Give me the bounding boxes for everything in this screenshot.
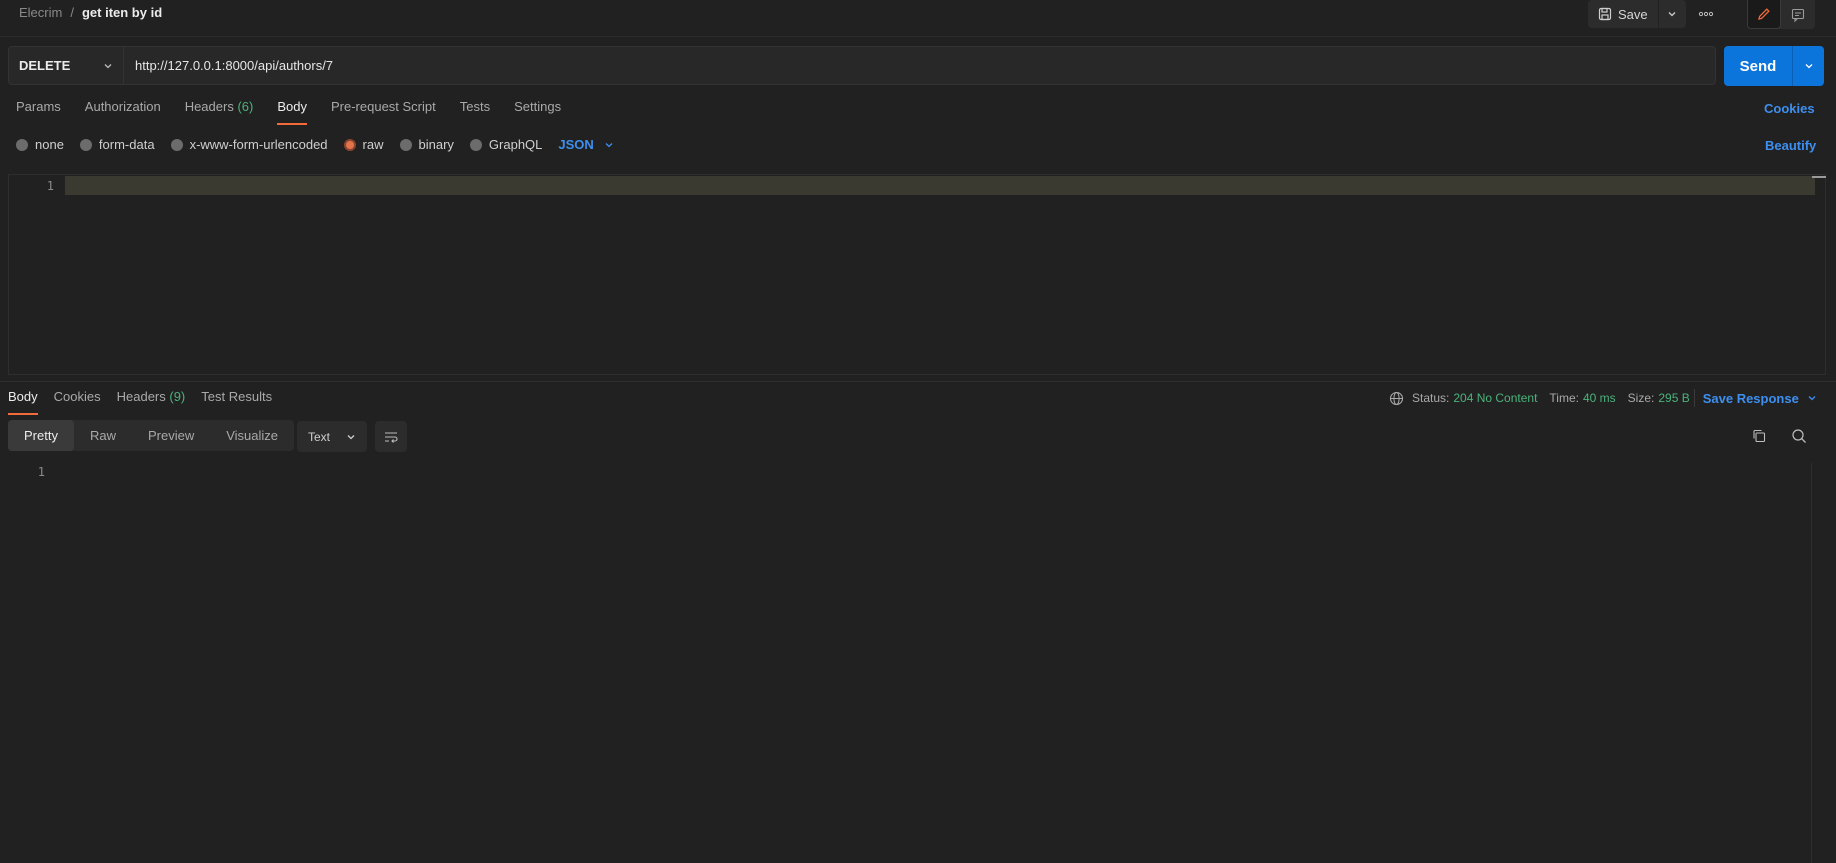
radio-button-selected[interactable] <box>343 138 356 151</box>
right-sidebar-tabs <box>1747 0 1815 29</box>
tab-tests[interactable]: Tests <box>460 99 490 125</box>
time-value[interactable]: 40 ms <box>1583 391 1616 405</box>
globe-icon[interactable] <box>1389 391 1404 406</box>
cookies-link[interactable]: Cookies <box>1764 101 1815 116</box>
floppy-disk-icon <box>1598 7 1612 21</box>
radio-button[interactable] <box>469 138 482 151</box>
size-label: Size: <box>1627 391 1655 405</box>
tab-params[interactable]: Params <box>16 99 61 125</box>
body-type-label: none <box>35 137 64 152</box>
http-method-label: DELETE <box>19 58 71 73</box>
more-options-ellipsis-icon[interactable] <box>1692 0 1720 28</box>
response-tab-body[interactable]: Body <box>8 389 38 415</box>
http-method-select[interactable]: DELETE <box>9 47 124 84</box>
body-type-label: binary <box>418 137 454 152</box>
breadcrumb-separator: / <box>70 5 74 20</box>
top-bar: Elecrim / get iten by id Save <box>0 0 1836 37</box>
response-tab-test-results[interactable]: Test Results <box>201 389 272 415</box>
chevron-down-icon <box>103 61 113 71</box>
body-type-label: form-data <box>98 137 155 152</box>
body-type-none[interactable]: none <box>16 137 64 152</box>
url-input[interactable] <box>124 47 1715 84</box>
line-number: 1 <box>46 179 54 193</box>
body-type-label: GraphQL <box>488 137 543 152</box>
body-type-form-data[interactable]: form-data <box>79 137 155 152</box>
headers-count-badge: (6) <box>237 99 254 114</box>
divider <box>1693 389 1695 407</box>
save-response-label: Save Response <box>1702 390 1799 406</box>
response-meta: Status: 204 No Content Time: 40 ms Size:… <box>1389 389 1817 407</box>
copy-icon[interactable] <box>1749 426 1769 446</box>
view-mode-raw[interactable]: Raw <box>74 420 132 451</box>
body-type-raw[interactable]: raw <box>343 137 384 152</box>
breadcrumb: Elecrim / get iten by id <box>19 5 162 20</box>
radio-button[interactable] <box>170 138 183 151</box>
radio-button[interactable] <box>16 138 28 151</box>
chevron-down-icon <box>604 140 614 150</box>
breadcrumb-workspace-link[interactable]: Elecrim <box>19 5 62 20</box>
radio-button[interactable] <box>79 138 92 151</box>
editor-scrollbar-marker[interactable] <box>1812 176 1826 178</box>
tab-headers-label: Headers <box>184 99 234 114</box>
send-options-chevron-down-icon[interactable] <box>1792 46 1824 86</box>
response-tab-headers[interactable]: Headers (9) <box>117 389 186 415</box>
body-type-binary[interactable]: binary <box>399 137 454 152</box>
response-headers-count-badge: (9) <box>169 389 186 404</box>
pane-divider[interactable] <box>0 381 1836 382</box>
beautify-link[interactable]: Beautify <box>1765 138 1816 153</box>
save-button-label: Save <box>1618 6 1648 22</box>
response-scrollbar[interactable] <box>1811 463 1812 863</box>
response-tab-headers-label: Headers <box>116 389 166 404</box>
view-mode-preview[interactable]: Preview <box>132 420 210 451</box>
tab-body[interactable]: Body <box>277 99 307 125</box>
send-button[interactable]: Send <box>1724 46 1792 86</box>
view-mode-visualize[interactable]: Visualize <box>210 420 294 451</box>
time-label: Time: <box>1549 391 1579 405</box>
status-value[interactable]: 204 No Content <box>1453 391 1537 405</box>
response-view-modes: Pretty Raw Preview Visualize <box>8 420 295 451</box>
request-url-bar: DELETE <box>8 46 1716 85</box>
request-name-title[interactable]: get iten by id <box>82 5 162 20</box>
search-icon[interactable] <box>1789 426 1809 446</box>
body-type-label: x-www-form-urlencoded <box>189 137 328 152</box>
body-format-select[interactable]: JSON <box>558 137 613 152</box>
tab-authorization[interactable]: Authorization <box>85 99 161 125</box>
tab-headers[interactable]: Headers (6) <box>185 99 254 125</box>
response-tabs: Body Cookies Headers (9) Test Results <box>8 389 288 415</box>
save-button-group: Save <box>1588 0 1686 28</box>
request-tabs: Params Authorization Headers (6) Body Pr… <box>16 99 585 125</box>
active-line-highlight[interactable] <box>65 176 1815 195</box>
save-options-chevron-down-icon[interactable] <box>1657 0 1686 28</box>
tab-pre-request-script[interactable]: Pre-request Script <box>331 99 436 125</box>
tab-settings[interactable]: Settings <box>514 99 561 125</box>
wrap-lines-icon[interactable] <box>375 421 407 452</box>
size-value[interactable]: 295 B <box>1658 391 1689 405</box>
response-language-label: Text <box>308 429 331 444</box>
chevron-down-icon <box>1807 393 1817 403</box>
body-type-label: raw <box>362 137 384 152</box>
view-mode-pretty[interactable]: Pretty <box>8 420 74 451</box>
request-body-editor[interactable]: 1 <box>8 174 1826 375</box>
send-button-group: Send <box>1724 46 1824 86</box>
comment-icon[interactable] <box>1781 0 1815 29</box>
body-type-options: none form-data x-www-form-urlencoded raw… <box>16 137 614 152</box>
chevron-down-icon <box>346 432 356 442</box>
body-type-x-www-form-urlencoded[interactable]: x-www-form-urlencoded <box>170 137 328 152</box>
body-format-label: JSON <box>558 137 594 152</box>
line-number: 1 <box>37 465 45 479</box>
response-tab-cookies[interactable]: Cookies <box>54 389 101 415</box>
save-response-button[interactable]: Save Response <box>1703 391 1817 406</box>
response-language-select[interactable]: Text <box>297 421 367 452</box>
pencil-icon[interactable] <box>1747 0 1781 29</box>
status-label: Status: <box>1412 391 1450 405</box>
body-type-graphql[interactable]: GraphQL <box>469 137 543 152</box>
save-button[interactable]: Save <box>1588 0 1658 28</box>
radio-button[interactable] <box>399 138 412 151</box>
